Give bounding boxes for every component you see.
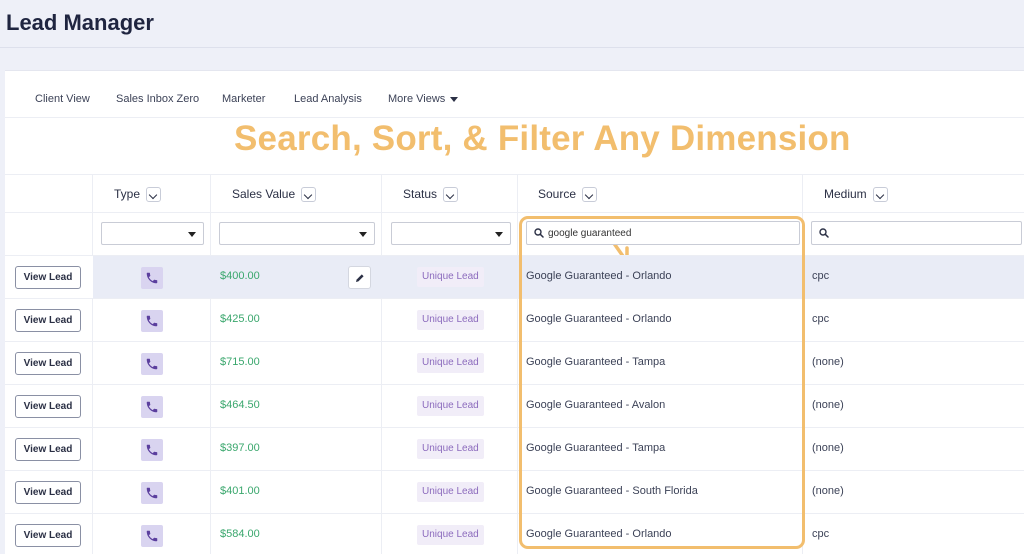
column-header-label: Source (538, 187, 577, 201)
status-badge: Unique Lead (417, 525, 484, 545)
medium-cell: cpc (812, 528, 830, 540)
sales-value: $464.50 (220, 399, 260, 411)
view-tabs: Client View Sales Inbox Zero Marketer Le… (5, 71, 1024, 118)
column-header-status: Status (403, 187, 459, 203)
row-action-cell: View Lead (5, 471, 93, 514)
status-filter-select[interactable] (391, 222, 511, 245)
column-header-medium: Medium (824, 187, 888, 203)
tab-sales-inbox-zero[interactable]: Sales Inbox Zero (116, 93, 199, 105)
column-header-source: Source (538, 187, 598, 203)
filter-row (5, 212, 1024, 255)
phone-icon (141, 396, 163, 418)
column-menu-button[interactable] (872, 187, 888, 203)
phone-icon (141, 525, 163, 547)
medium-cell: (none) (812, 356, 844, 368)
phone-icon (141, 310, 163, 332)
phone-icon (141, 482, 163, 504)
edit-value-button[interactable] (348, 266, 371, 289)
phone-icon (141, 353, 163, 375)
medium-cell: (none) (812, 442, 844, 454)
source-cell: Google Guaranteed - South Florida (526, 485, 698, 497)
table-row[interactable]: View Lead $397.00 Unique Lead Google Guaran… (5, 427, 1024, 470)
phone-icon (141, 267, 163, 289)
row-action-cell: View Lead (5, 299, 93, 342)
view-lead-button[interactable]: View Lead (15, 309, 81, 332)
row-action-cell: View Lead (5, 428, 93, 471)
source-cell: Google Guaranteed - Orlando (526, 528, 672, 540)
table-row[interactable]: View Lead $400.00 Unique Lead Google Guaran… (5, 255, 1024, 299)
column-header-label: Type (114, 187, 141, 201)
tab-lead-analysis[interactable]: Lead Analysis (294, 93, 362, 105)
sales-value: $400.00 (220, 270, 260, 282)
sales-value: $715.00 (220, 356, 260, 368)
page-title: Lead Manager (6, 10, 154, 35)
view-lead-button[interactable]: View Lead (15, 481, 81, 504)
phone-icon (141, 439, 163, 461)
caret-down-icon (450, 96, 459, 102)
status-badge: Unique Lead (417, 310, 484, 330)
column-header-label: Sales Value (232, 187, 296, 201)
medium-search-field (811, 221, 1022, 245)
view-lead-button[interactable]: View Lead (15, 352, 81, 375)
table-row[interactable]: View Lead $464.50 Unique Lead Google Guaran… (5, 384, 1024, 427)
title-divider (0, 47, 1024, 48)
table-row[interactable]: View Lead $425.00 Unique Lead Google Guaran… (5, 298, 1024, 341)
view-lead-button[interactable]: View Lead (15, 395, 81, 418)
column-menu-button[interactable] (582, 187, 598, 203)
table-header: Type Sales Value Status Source Medium (5, 174, 1024, 212)
source-cell: Google Guaranteed - Avalon (526, 399, 666, 411)
source-cell: Google Guaranteed - Tampa (526, 356, 666, 368)
medium-cell: cpc (812, 270, 830, 282)
view-lead-button[interactable]: View Lead (15, 524, 81, 547)
lead-table-card: Client View Sales Inbox Zero Marketer Le… (5, 70, 1024, 554)
column-menu-button[interactable] (443, 187, 459, 203)
medium-search-input[interactable] (833, 225, 1011, 241)
column-menu-button[interactable] (146, 187, 162, 203)
sales-value: $397.00 (220, 442, 260, 454)
feature-annotation: Search, Sort, & Filter Any Dimension (234, 119, 851, 158)
column-menu-button[interactable] (301, 187, 317, 203)
table-row[interactable]: View Lead $401.00 Unique Lead Google Guaran… (5, 470, 1024, 513)
tab-marketer[interactable]: Marketer (222, 93, 265, 105)
column-header-label: Status (403, 187, 438, 201)
search-icon (534, 228, 544, 238)
column-header-sales-value: Sales Value (232, 187, 317, 203)
row-action-cell: View Lead (5, 514, 93, 554)
status-badge: Unique Lead (417, 267, 484, 287)
medium-cell: cpc (812, 313, 830, 325)
source-cell: Google Guaranteed - Orlando (526, 270, 672, 282)
tab-more-views[interactable]: More Views (388, 93, 459, 105)
view-lead-button[interactable]: View Lead (15, 438, 81, 461)
column-header-type: Type (114, 187, 162, 203)
search-icon (819, 228, 829, 238)
sales-value: $584.00 (220, 528, 260, 540)
source-cell: Google Guaranteed - Tampa (526, 442, 666, 454)
column-header-label: Medium (824, 187, 867, 201)
source-search-input[interactable] (548, 225, 780, 241)
status-badge: Unique Lead (417, 396, 484, 416)
status-badge: Unique Lead (417, 439, 484, 459)
view-lead-button[interactable]: View Lead (15, 266, 81, 289)
type-filter-select[interactable] (101, 222, 204, 245)
table-body: View Lead $400.00 Unique Lead Google Guaran… (5, 255, 1024, 554)
tab-client-view[interactable]: Client View (35, 93, 90, 105)
row-action-cell: View Lead (5, 342, 93, 385)
tab-more-views-label: More Views (388, 93, 446, 105)
row-action-cell: View Lead (5, 256, 93, 299)
source-cell: Google Guaranteed - Orlando (526, 313, 672, 325)
sales-value: $425.00 (220, 313, 260, 325)
table-row[interactable]: View Lead $715.00 Unique Lead Google Guaran… (5, 341, 1024, 384)
status-badge: Unique Lead (417, 482, 484, 502)
sales-value: $401.00 (220, 485, 260, 497)
status-badge: Unique Lead (417, 353, 484, 373)
sales-value-filter-select[interactable] (219, 222, 375, 245)
source-search-field (526, 221, 800, 245)
table-row[interactable]: View Lead $584.00 Unique Lead Google Guaran… (5, 513, 1024, 554)
row-action-cell: View Lead (5, 385, 93, 428)
medium-cell: (none) (812, 399, 844, 411)
medium-cell: (none) (812, 485, 844, 497)
